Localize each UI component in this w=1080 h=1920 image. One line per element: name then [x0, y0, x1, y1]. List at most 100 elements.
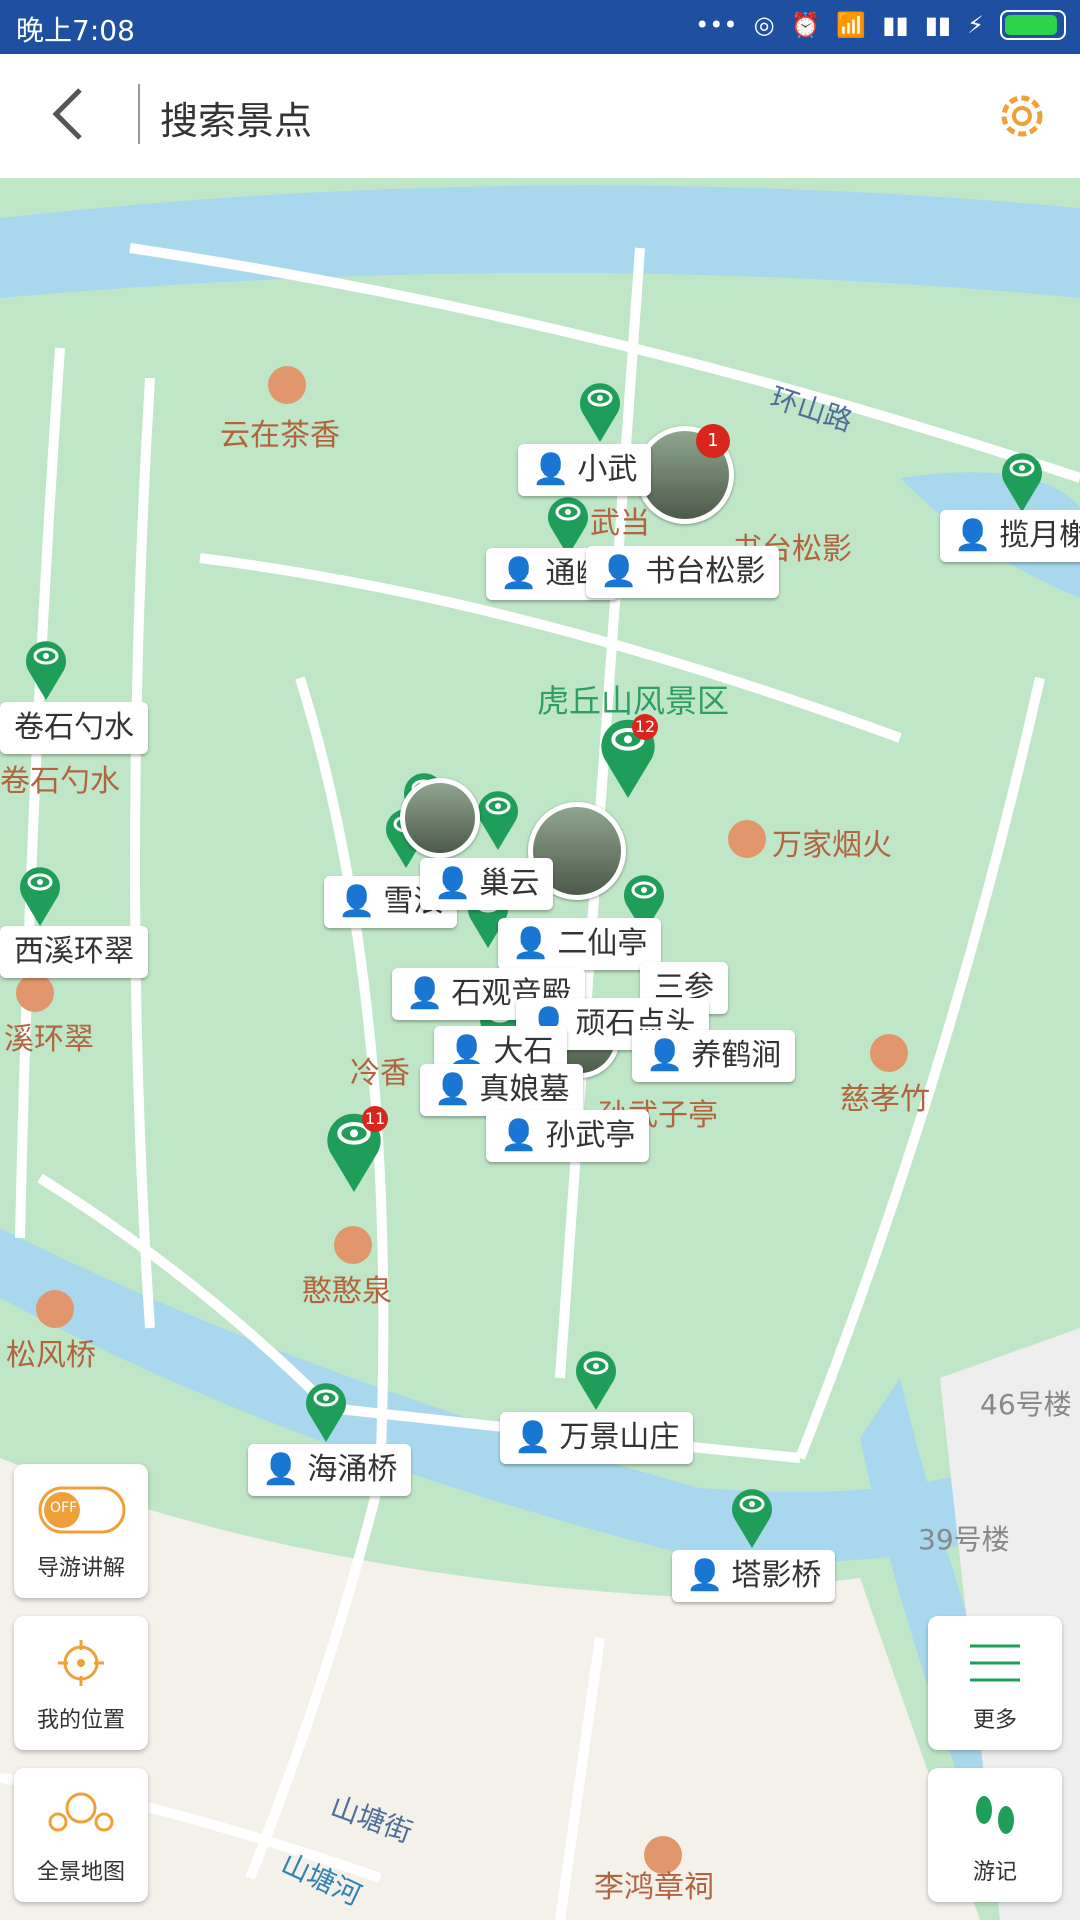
poi-building-icon — [36, 1290, 74, 1328]
spot-label-text: 巢云 — [479, 866, 540, 901]
badge-count: 1 — [696, 424, 730, 458]
spot-label-text: 真娘墓 — [479, 1072, 570, 1107]
person-icon: 👤 — [434, 1072, 472, 1107]
signal-icon: ▮▮ — [882, 11, 909, 39]
poi-yunzai[interactable]: 云在茶香 — [220, 410, 340, 454]
status-time: 晚上7:08 — [16, 14, 135, 47]
spot-label-text: 养鹤涧 — [691, 1038, 782, 1073]
full-map-label: 全景地图 — [36, 1860, 125, 1885]
poi-xixi[interactable]: 溪环翠 — [4, 1014, 94, 1058]
spot-photo-marker[interactable] — [400, 778, 480, 858]
poi-hanhan[interactable]: 憨憨泉 — [302, 1266, 392, 1310]
spot-label-text: 二仙亭 — [557, 926, 648, 961]
full-map-button[interactable]: 全景地图 — [14, 1768, 148, 1902]
top-bar: 搜索景点 — [0, 54, 1080, 178]
scenic-pin-icon[interactable] — [998, 446, 1046, 512]
spot-label-shutai[interactable]: 👤 书台松影 — [586, 546, 780, 598]
building-39-label: 39号楼 — [918, 1523, 1010, 1556]
person-icon: 👤 — [500, 556, 538, 591]
person-icon: 👤 — [954, 518, 992, 553]
status-bar: 晚上7:08 ••• ◎ ⏰ 📶 ▮▮ ▮▮ ⚡ — [0, 0, 1080, 54]
spot-label-chaoyun[interactable]: 👤 巢云 — [420, 858, 554, 910]
poi-wudang[interactable]: 武当 — [590, 498, 650, 542]
poi-building-icon — [870, 1034, 908, 1072]
my-location-label: 我的位置 — [36, 1708, 125, 1733]
more-label: 更多 — [972, 1708, 1017, 1733]
travel-notes-label: 游记 — [972, 1860, 1017, 1885]
person-icon: 👤 — [646, 1038, 684, 1073]
poi-juanshi[interactable]: 卷石勺水 — [0, 756, 120, 800]
person-icon: 👤 — [338, 884, 376, 919]
person-icon: 👤 — [262, 1452, 300, 1487]
poi-songfeng[interactable]: 松风桥 — [6, 1330, 96, 1374]
scenic-pin-icon[interactable] — [728, 1482, 776, 1548]
spot-label-wanjing[interactable]: 👤 万景山庄 — [500, 1412, 694, 1464]
scenic-pin-icon[interactable] — [22, 634, 70, 700]
person-icon: 👤 — [514, 1420, 552, 1455]
scenic-pin-icon[interactable] — [474, 784, 522, 850]
spot-label-text: 小武 — [577, 452, 638, 487]
scenic-pin-icon[interactable] — [16, 860, 64, 926]
person-icon: 👤 — [600, 554, 638, 589]
person-icon: 👤 — [406, 976, 444, 1011]
poi-cixiao[interactable]: 慈孝竹 — [840, 1074, 930, 1118]
search-title[interactable]: 搜索景点 — [160, 90, 312, 145]
header-divider — [138, 84, 140, 144]
spot-label-text: 万景山庄 — [559, 1420, 680, 1455]
poi-building-icon — [16, 974, 54, 1012]
spot-label-lanyue[interactable]: 👤 揽月榭 — [940, 510, 1080, 562]
alarm-icon: ⏰ — [790, 11, 821, 39]
spot-label-text: 海涌桥 — [307, 1452, 398, 1487]
person-icon: 👤 — [532, 452, 570, 487]
scenic-pin-icon[interactable] — [576, 376, 624, 442]
guide-label: 导游讲解 — [36, 1556, 125, 1581]
scenic-pin-icon[interactable] — [302, 1376, 350, 1442]
nfc-icon: ◎ — [753, 11, 775, 39]
spot-label-xixi[interactable]: 西溪环翠 — [0, 926, 148, 978]
battery-icon — [1000, 10, 1066, 40]
footprints-icon — [976, 1796, 1014, 1834]
spot-label-text: 揽月榭 — [999, 518, 1080, 553]
scenic-pin-icon[interactable] — [544, 490, 592, 556]
poi-building-icon — [334, 1226, 372, 1264]
my-location-button[interactable]: 我的位置 — [14, 1616, 148, 1750]
spot-label-erxian[interactable]: 👤 二仙亭 — [498, 918, 662, 970]
back-icon[interactable] — [42, 84, 102, 144]
status-icons: ••• ◎ ⏰ 📶 ▮▮ ▮▮ ⚡ — [695, 10, 1066, 40]
guide-audio-button[interactable]: OFF 导游讲解 — [14, 1464, 148, 1598]
spot-label-sunwu[interactable]: 👤 孙武亭 — [486, 1110, 650, 1162]
badge-count: 11 — [362, 1106, 388, 1132]
spot-label-text: 卷石勺水 — [14, 710, 134, 745]
spot-label-text: 塔影桥 — [731, 1558, 822, 1593]
charging-icon: ⚡ — [967, 11, 984, 39]
signal2-icon: ▮▮ — [924, 11, 952, 39]
spot-label-yanghe[interactable]: 👤 养鹤涧 — [632, 1030, 796, 1082]
scenic-pin-icon[interactable] — [572, 1344, 620, 1410]
map-view[interactable]: 环山路 山塘街 山塘河 46号楼 39号楼 虎丘山风景区 云在茶香 书台松影 武… — [0, 178, 1080, 1920]
spot-label-zhenniang[interactable]: 👤 真娘墓 — [420, 1064, 584, 1116]
menu-icon — [970, 1644, 1020, 1682]
person-icon: 👤 — [434, 866, 472, 901]
spot-label-juanshi[interactable]: 卷石勺水 — [0, 702, 148, 754]
poi-building-icon — [728, 820, 766, 858]
poi-building-icon — [268, 366, 306, 404]
building-46-label: 46号楼 — [980, 1388, 1072, 1421]
poi-lengxiang[interactable]: 冷香 — [350, 1048, 410, 1092]
spot-label-haiyong[interactable]: 👤 海涌桥 — [248, 1444, 412, 1496]
spot-label-taying[interactable]: 👤 塔影桥 — [672, 1550, 836, 1602]
spot-label-xiaowu[interactable]: 👤 小武 — [518, 444, 652, 496]
toggle-state: OFF — [50, 1500, 78, 1516]
more-dots-icon: ••• — [695, 11, 738, 39]
poi-wanjia[interactable]: 万家烟火 — [772, 820, 892, 864]
poi-lihongzhang[interactable]: 李鸿章祠 — [594, 1862, 714, 1906]
person-icon: 👤 — [512, 926, 550, 961]
spot-label-text: 书台松影 — [645, 554, 766, 589]
travel-notes-button[interactable]: 游记 — [928, 1768, 1062, 1902]
gear-icon[interactable] — [994, 88, 1050, 144]
more-button[interactable]: 更多 — [928, 1616, 1062, 1750]
spot-label-text: 西溪环翠 — [14, 934, 134, 969]
badge-count: 12 — [632, 714, 658, 740]
spot-label-text: 孙武亭 — [545, 1118, 636, 1153]
map-pins-icon — [48, 1792, 114, 1832]
wifi-icon: 📶 — [836, 11, 867, 39]
